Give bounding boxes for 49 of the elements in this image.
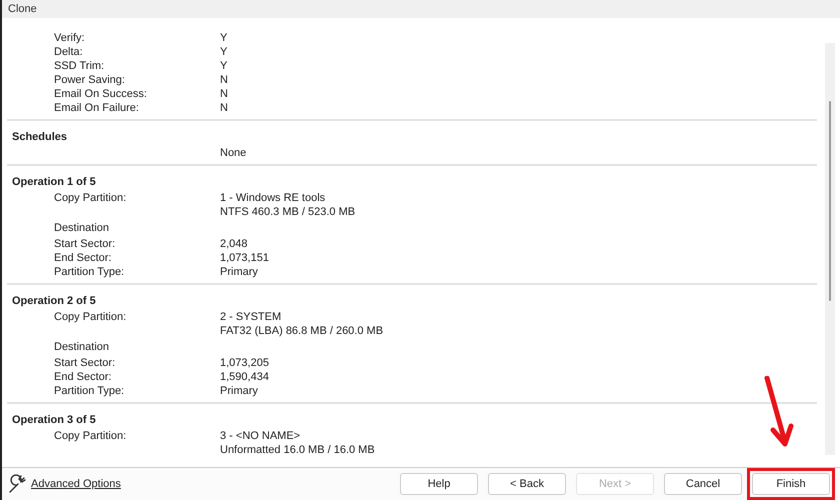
field-label: End Sector: xyxy=(54,252,112,264)
section-heading: Operation 3 of 5 xyxy=(11,413,97,428)
field-label: Destination xyxy=(54,222,110,234)
field-label: SSD Trim: xyxy=(54,60,104,72)
field-label: End Sector: xyxy=(54,371,112,383)
annotation-arrow xyxy=(763,376,795,448)
field-value: 2 - SYSTEM xyxy=(220,310,282,324)
field-label: Destination xyxy=(54,341,110,353)
field-value: Y xyxy=(220,59,228,73)
section-heading: Operation 2 of 5 xyxy=(11,294,97,309)
window-title: Clone xyxy=(8,2,37,16)
field-label: Partition Type: xyxy=(54,385,124,397)
field-value: 1 - Windows RE tools xyxy=(220,191,326,205)
field-label: Partition Type: xyxy=(54,266,124,278)
field-value: 1,073,151 xyxy=(220,251,270,265)
section-heading: Operation 1 of 5 xyxy=(11,175,97,190)
section-heading: Schedules xyxy=(11,130,68,145)
field-value: N xyxy=(220,73,229,87)
field-value: Primary xyxy=(220,384,259,398)
advanced-options-link[interactable]: Advanced Options xyxy=(31,478,121,490)
field-value: 2,048 xyxy=(220,237,249,251)
field-label: Power Saving: xyxy=(54,74,125,86)
field-label: Copy Partition: xyxy=(54,311,126,323)
field-label: Email On Failure: xyxy=(54,102,139,114)
field-value: Unformatted 16.0 MB / 16.0 MB xyxy=(220,443,376,457)
field-value: N xyxy=(220,87,229,101)
field-label: Start Sector: xyxy=(54,357,116,369)
field-value: 1,073,205 xyxy=(220,356,270,370)
dialog-button[interactable]: Finish xyxy=(752,473,830,495)
field-label: Start Sector: xyxy=(54,238,116,250)
dialog-button[interactable]: < Back xyxy=(488,473,566,495)
field-value: 3 - <NO NAME> xyxy=(220,429,302,443)
field-value: 1,590,434 xyxy=(220,370,270,384)
wrench-icon xyxy=(8,474,28,494)
field-value: Y xyxy=(220,45,228,59)
dialog-button[interactable]: Help xyxy=(400,473,478,495)
field-label: Copy Partition: xyxy=(54,192,126,204)
field-label: Copy Partition: xyxy=(54,430,126,442)
dialog-button[interactable]: Cancel xyxy=(664,473,742,495)
field-label: Delta: xyxy=(54,46,83,58)
field-value: None xyxy=(220,146,248,160)
field-value: Primary xyxy=(220,265,259,279)
field-value: NTFS 460.3 MB / 523.0 MB xyxy=(220,205,356,219)
scrollbar[interactable] xyxy=(825,43,835,455)
field-label: Email On Success: xyxy=(54,88,147,100)
field-value: N xyxy=(220,101,229,115)
field-value: FAT32 (LBA) 86.8 MB / 260.0 MB xyxy=(220,324,384,338)
field-value: Y xyxy=(220,31,228,45)
field-label: Verify: xyxy=(54,32,85,44)
